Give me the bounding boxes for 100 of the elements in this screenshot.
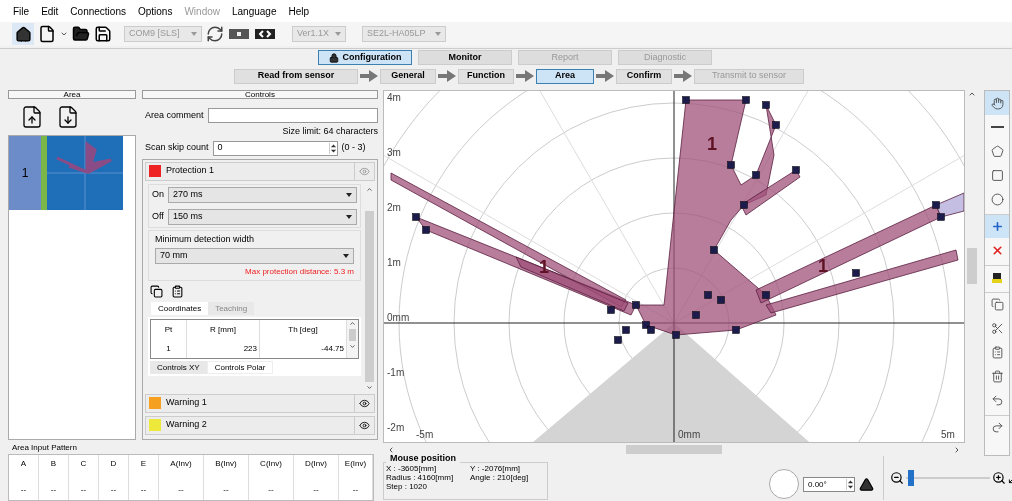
scan-skip-field[interactable]: 0 (212, 140, 338, 156)
mode-tab[interactable]: Monitor (418, 50, 512, 65)
step-button[interactable]: Confirm (616, 68, 672, 84)
scrollbar[interactable] (347, 320, 358, 358)
menu-item[interactable]: Language (232, 3, 277, 19)
circle-icon (990, 192, 1004, 206)
vertex-handle[interactable] (792, 166, 800, 174)
mirror-icon[interactable] (859, 477, 874, 492)
on-delay-dropdown[interactable]: 270 ms (168, 186, 357, 203)
detection-width-dropdown[interactable]: 70 mm (155, 248, 354, 264)
vertex-handle[interactable] (607, 306, 615, 314)
column-header: D(Inv) (305, 458, 327, 470)
scroll-thumb[interactable] (626, 445, 722, 454)
rotation-field[interactable]: 0.00° (803, 477, 855, 492)
menu-item[interactable]: Edit (41, 3, 59, 19)
rotation-dial[interactable] (769, 469, 799, 499)
axis-label: 5m (941, 429, 955, 440)
spinner-arrows-icon[interactable] (846, 479, 854, 490)
folder-icon[interactable] (72, 25, 90, 43)
vertex-handle[interactable] (727, 161, 735, 169)
import-file-icon[interactable] (20, 105, 44, 129)
copy-icon[interactable] (150, 285, 163, 298)
vertex-handle[interactable] (742, 96, 750, 104)
plus-icon (990, 220, 1004, 233)
axis-label: 3m (387, 147, 401, 158)
table-cell: -- (20, 484, 27, 496)
coordinate-text: Radius : 4160[mm] (386, 473, 454, 482)
zone-header[interactable]: Warning 1 (145, 393, 375, 413)
zoom-slider[interactable] (906, 470, 990, 486)
eye-icon[interactable] (359, 397, 370, 409)
area-comment-field[interactable] (207, 108, 378, 123)
vertex-handle[interactable] (762, 291, 770, 299)
column-header: B(Inv) (215, 458, 237, 470)
vertex-handle[interactable] (762, 101, 770, 109)
zoom-in-icon[interactable] (992, 471, 1006, 485)
vertex-handle[interactable] (710, 246, 718, 254)
redo-icon (990, 421, 1004, 434)
warning-text: Max protection distance: 5.3 m (245, 266, 354, 278)
column-header: A(Inv) (170, 458, 192, 470)
vertex-handle[interactable] (732, 326, 740, 334)
vertex-handle[interactable] (852, 269, 860, 277)
table-cell: -- (313, 484, 319, 496)
axis-label: -5m (416, 429, 434, 440)
scroll-down-icon[interactable] (366, 383, 373, 391)
table-cell: -- (110, 484, 117, 496)
menu-item[interactable]: Help (288, 3, 310, 19)
caret-icon[interactable] (60, 30, 68, 38)
off-delay-dropdown[interactable]: 150 ms (168, 208, 357, 225)
zone-header[interactable]: Warning 2 (145, 415, 375, 435)
scroll-up-icon[interactable] (968, 90, 976, 98)
scroll-right-icon[interactable] (953, 445, 961, 454)
zone-header[interactable]: Protection 1 (145, 161, 375, 181)
scroll-thumb[interactable] (967, 248, 977, 284)
coordinate-text: X : -3605[mm] (386, 464, 438, 473)
scroll-up-icon[interactable] (349, 320, 356, 327)
column-header: D (110, 458, 117, 470)
vertex-handle[interactable] (672, 331, 680, 339)
zoom-out-icon[interactable] (890, 471, 904, 485)
vertex-handle[interactable] (632, 301, 640, 309)
view-tab[interactable]: Controls Polar (206, 361, 274, 374)
refresh-icon[interactable] (206, 25, 224, 43)
menu-item[interactable]: Connections (70, 3, 126, 19)
disconnect-icon[interactable] (254, 27, 276, 41)
menu-item[interactable]: Options (137, 3, 173, 19)
step-button[interactable]: General (380, 68, 436, 84)
area-item[interactable]: 1 (9, 136, 123, 210)
scroll-left-icon[interactable] (387, 445, 395, 454)
step-button[interactable]: Read from sensor (234, 68, 358, 84)
new-file-icon[interactable] (38, 25, 56, 43)
vertex-handle[interactable] (752, 171, 760, 179)
view-tab[interactable]: Controls XY (150, 361, 207, 374)
step-button[interactable]: Area (536, 68, 594, 84)
panel-header: Controls (142, 90, 378, 99)
vertex-handle[interactable] (682, 96, 690, 104)
table-cell: -- (50, 484, 57, 496)
connect-icon[interactable] (228, 27, 250, 41)
line-icon (990, 126, 1004, 128)
spinner-arrows-icon[interactable] (328, 142, 337, 154)
menu-item[interactable]: File (13, 3, 30, 19)
vertex-handle[interactable] (692, 311, 700, 319)
export-file-icon[interactable] (56, 105, 80, 129)
arrow-icon (674, 70, 692, 82)
mode-tab[interactable]: Configuration (318, 50, 412, 65)
scroll-up-icon[interactable] (366, 185, 373, 193)
square-icon (990, 168, 1004, 182)
home-button[interactable] (12, 23, 34, 45)
slider-thumb[interactable] (908, 470, 915, 486)
table-cell: -- (223, 484, 229, 496)
clipboard-icon[interactable] (171, 285, 184, 298)
coordinate-tab[interactable]: Coordinates (151, 302, 209, 315)
vertex-handle[interactable] (772, 121, 780, 129)
scroll-down-icon[interactable] (349, 343, 356, 350)
caret-icon (343, 254, 349, 258)
field-label: Scan skip count (145, 141, 209, 155)
trash-icon (990, 369, 1004, 383)
step-button[interactable]: Function (458, 68, 514, 84)
vertex-handle[interactable] (740, 201, 748, 209)
save-icon[interactable] (94, 25, 112, 43)
eye-icon[interactable] (359, 419, 370, 431)
panel-title: Mouse position (386, 454, 460, 463)
